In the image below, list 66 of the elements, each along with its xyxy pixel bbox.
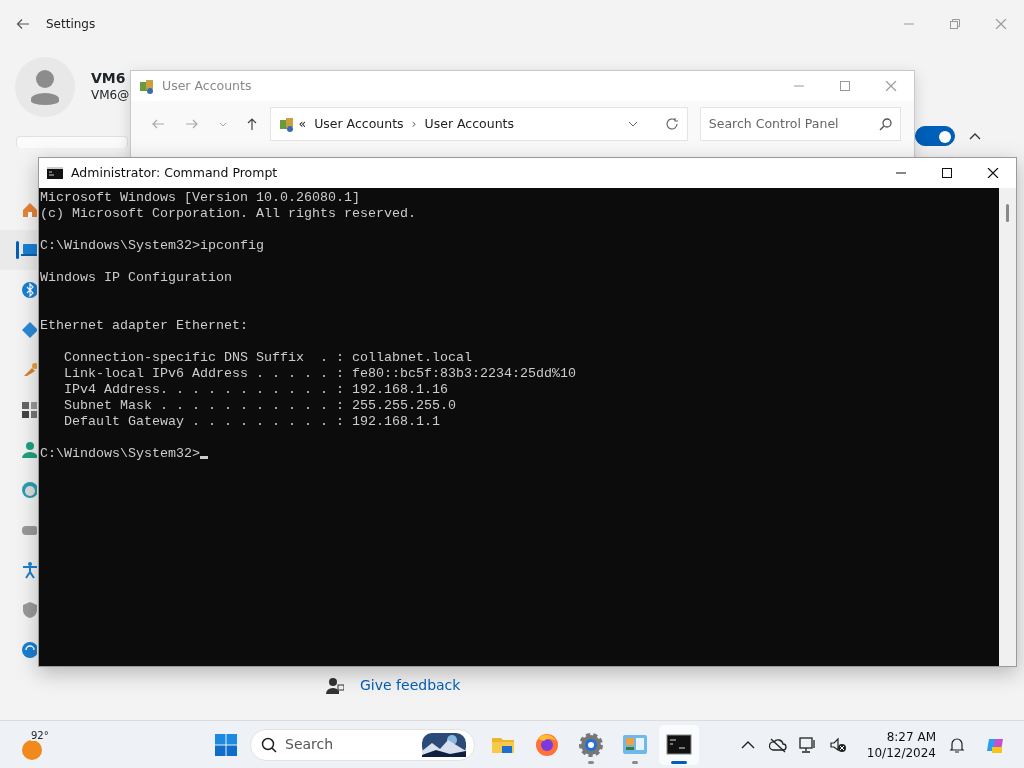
window-title: Administrator: Command Prompt — [71, 163, 278, 182]
console-line: Subnet Mask . . . . . . . . . . . : 255.255.255.0 — [63, 398, 456, 413]
users-icon — [279, 116, 295, 132]
console-line: Link-local IPv6 Address . . . . . : fe80::bc5f:83b3:2234:25dd%10 — [63, 366, 576, 381]
nav-item[interactable] — [0, 230, 37, 270]
console-prompt: C:\Windows\System32> — [40, 446, 200, 461]
search-field[interactable] — [16, 136, 128, 148]
maximize-icon — [941, 168, 953, 178]
users-icon — [139, 78, 154, 94]
taskbar-search[interactable]: Search — [250, 728, 475, 761]
taskbar-button[interactable] — [659, 724, 699, 765]
console-line: Microsoft Windows [Version 10.0.26080.1] — [40, 190, 360, 205]
windows-logo-icon — [215, 733, 237, 756]
feedback-link[interactable]: Give feedback — [360, 675, 461, 696]
separator-chevron: › — [411, 114, 417, 133]
gear-icon — [578, 731, 604, 758]
clock-date: 10/12/2024 — [866, 744, 936, 761]
feedback-icon — [326, 676, 344, 695]
dropdown-icon — [627, 121, 638, 127]
temperature: 92° — [31, 729, 49, 741]
user-email: VM6@ — [91, 87, 130, 104]
search-placeholder: Search Control Panel — [708, 114, 839, 133]
maximize-icon — [839, 81, 851, 91]
scrollbar[interactable] — [999, 188, 1016, 666]
breadcrumb-item[interactable]: User Accounts — [314, 114, 404, 134]
forward-arrow-icon — [184, 117, 199, 131]
time-icon — [21, 481, 37, 499]
overflow-chevron[interactable]: « — [298, 114, 307, 134]
person-icon — [30, 69, 60, 105]
search-icon — [261, 736, 277, 753]
search-field[interactable]: Search Control Panel — [699, 107, 901, 141]
text-cursor — [199, 456, 208, 459]
close-icon — [995, 19, 1007, 29]
console-line: Windows IP Configuration — [40, 270, 232, 285]
back-arrow-icon — [16, 18, 30, 30]
console-line: Connection-specific DNS Suffix . : collabnet.local — [63, 350, 472, 365]
accounts-icon — [21, 441, 37, 459]
speaker-muted-icon — [828, 735, 847, 754]
bell-icon — [948, 735, 966, 754]
network-icon — [798, 735, 817, 754]
back-arrow-icon — [150, 117, 165, 131]
user-name: VM6 — [91, 70, 127, 87]
weather-sun-icon — [21, 737, 43, 760]
console-line: (c) Microsoft Corporation. All rights reserved. — [40, 206, 416, 221]
console-line: IPv4 Address. . . . . . . . . . . : 192.168.1.16 — [63, 382, 448, 397]
clock-time: 8:27 AM — [885, 728, 936, 745]
search-placeholder: Search — [285, 735, 335, 754]
terminal-icon — [47, 167, 63, 179]
browser-icon — [534, 731, 560, 758]
window-title: Settings — [46, 16, 96, 33]
search-icon — [879, 117, 892, 131]
toggle-switch[interactable] — [915, 126, 955, 146]
chevron-up-icon — [969, 132, 981, 140]
system-icon — [21, 241, 37, 259]
breadcrumb-item[interactable]: User Accounts — [424, 114, 515, 134]
console-line: C:\Windows\System32>ipconfig — [40, 238, 264, 253]
window-title: User Accounts — [162, 76, 252, 95]
refresh-icon — [664, 117, 679, 131]
close-icon — [885, 81, 897, 91]
accessibility-icon — [21, 561, 37, 579]
address-bar[interactable]: « User Accounts › User Accounts — [270, 107, 688, 141]
close-icon — [987, 168, 999, 178]
terminal-icon — [666, 731, 692, 758]
restore-icon — [949, 19, 961, 29]
console-line: Ethernet adapter Ethernet: — [40, 318, 248, 333]
console-line: Default Gateway . . . . . . . . . : 192.168.1.1 — [63, 414, 440, 429]
